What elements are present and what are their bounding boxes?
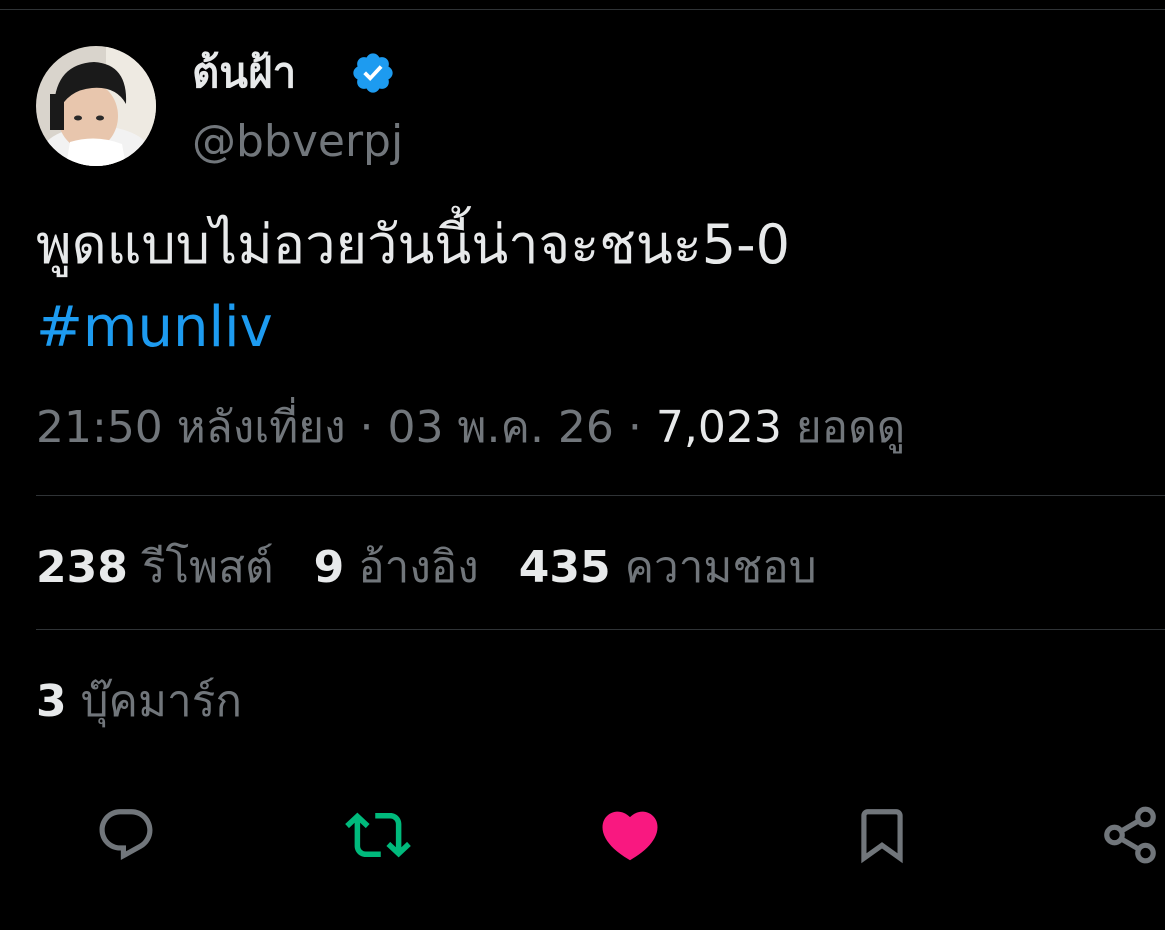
retweets-label: รีโพสต์ xyxy=(141,542,274,593)
profile-photo-icon xyxy=(36,46,156,166)
views-count: 7,023 xyxy=(655,402,782,453)
avatar[interactable] xyxy=(36,46,156,166)
bookmarks-stat: 3 บุ๊คมาร์ก xyxy=(36,670,242,734)
bookmarks-label: บุ๊คมาร์ก xyxy=(80,676,242,727)
like-icon xyxy=(602,811,658,861)
meta-separator: · xyxy=(359,402,374,453)
reply-button[interactable] xyxy=(91,800,161,870)
tweet-text: พูดแบบไม่อวยวันนี้น่าจะชนะ5-0 xyxy=(36,213,790,276)
like-button[interactable] xyxy=(595,800,665,870)
hashtag-link[interactable]: #munliv xyxy=(36,288,273,368)
timestamp[interactable]: 21:50 หลังเที่ยง xyxy=(36,402,346,453)
verified-badge-icon xyxy=(350,50,396,96)
meta-separator: · xyxy=(627,402,642,453)
quotes-stat[interactable]: 9 อ้างอิง xyxy=(314,542,479,593)
retweet-icon xyxy=(345,812,411,858)
quotes-label: อ้างอิง xyxy=(358,542,479,593)
likes-label: ความชอบ xyxy=(624,542,817,593)
views-label: ยอดดู xyxy=(795,402,906,453)
top-divider xyxy=(0,9,1165,10)
bookmark-button[interactable] xyxy=(847,800,917,870)
tweet-meta: 21:50 หลังเที่ยง · 03 พ.ค. 26 · 7,023 ยอ… xyxy=(36,396,905,460)
divider xyxy=(36,495,1165,496)
user-handle[interactable]: @bbverpj xyxy=(192,113,403,171)
bookmarks-count: 3 xyxy=(36,676,67,727)
share-button[interactable] xyxy=(1095,800,1165,870)
bookmark-icon xyxy=(861,809,903,864)
reply-icon xyxy=(99,809,153,861)
divider xyxy=(36,629,1165,630)
retweets-stat[interactable]: 238 รีโพสต์ xyxy=(36,542,274,593)
likes-stat[interactable]: 435 ความชอบ xyxy=(519,542,817,593)
likes-count: 435 xyxy=(518,542,611,593)
retweet-button[interactable] xyxy=(343,800,413,870)
tweet-date[interactable]: 03 พ.ค. 26 xyxy=(388,402,614,453)
quotes-count: 9 xyxy=(313,542,345,593)
display-name[interactable]: ต้นฝ้า xyxy=(192,44,296,102)
engagement-stats: 238 รีโพสต์ 9 อ้างอิง 435 ความชอบ xyxy=(36,536,817,600)
share-icon xyxy=(1104,806,1156,864)
retweets-count: 238 xyxy=(36,542,128,593)
